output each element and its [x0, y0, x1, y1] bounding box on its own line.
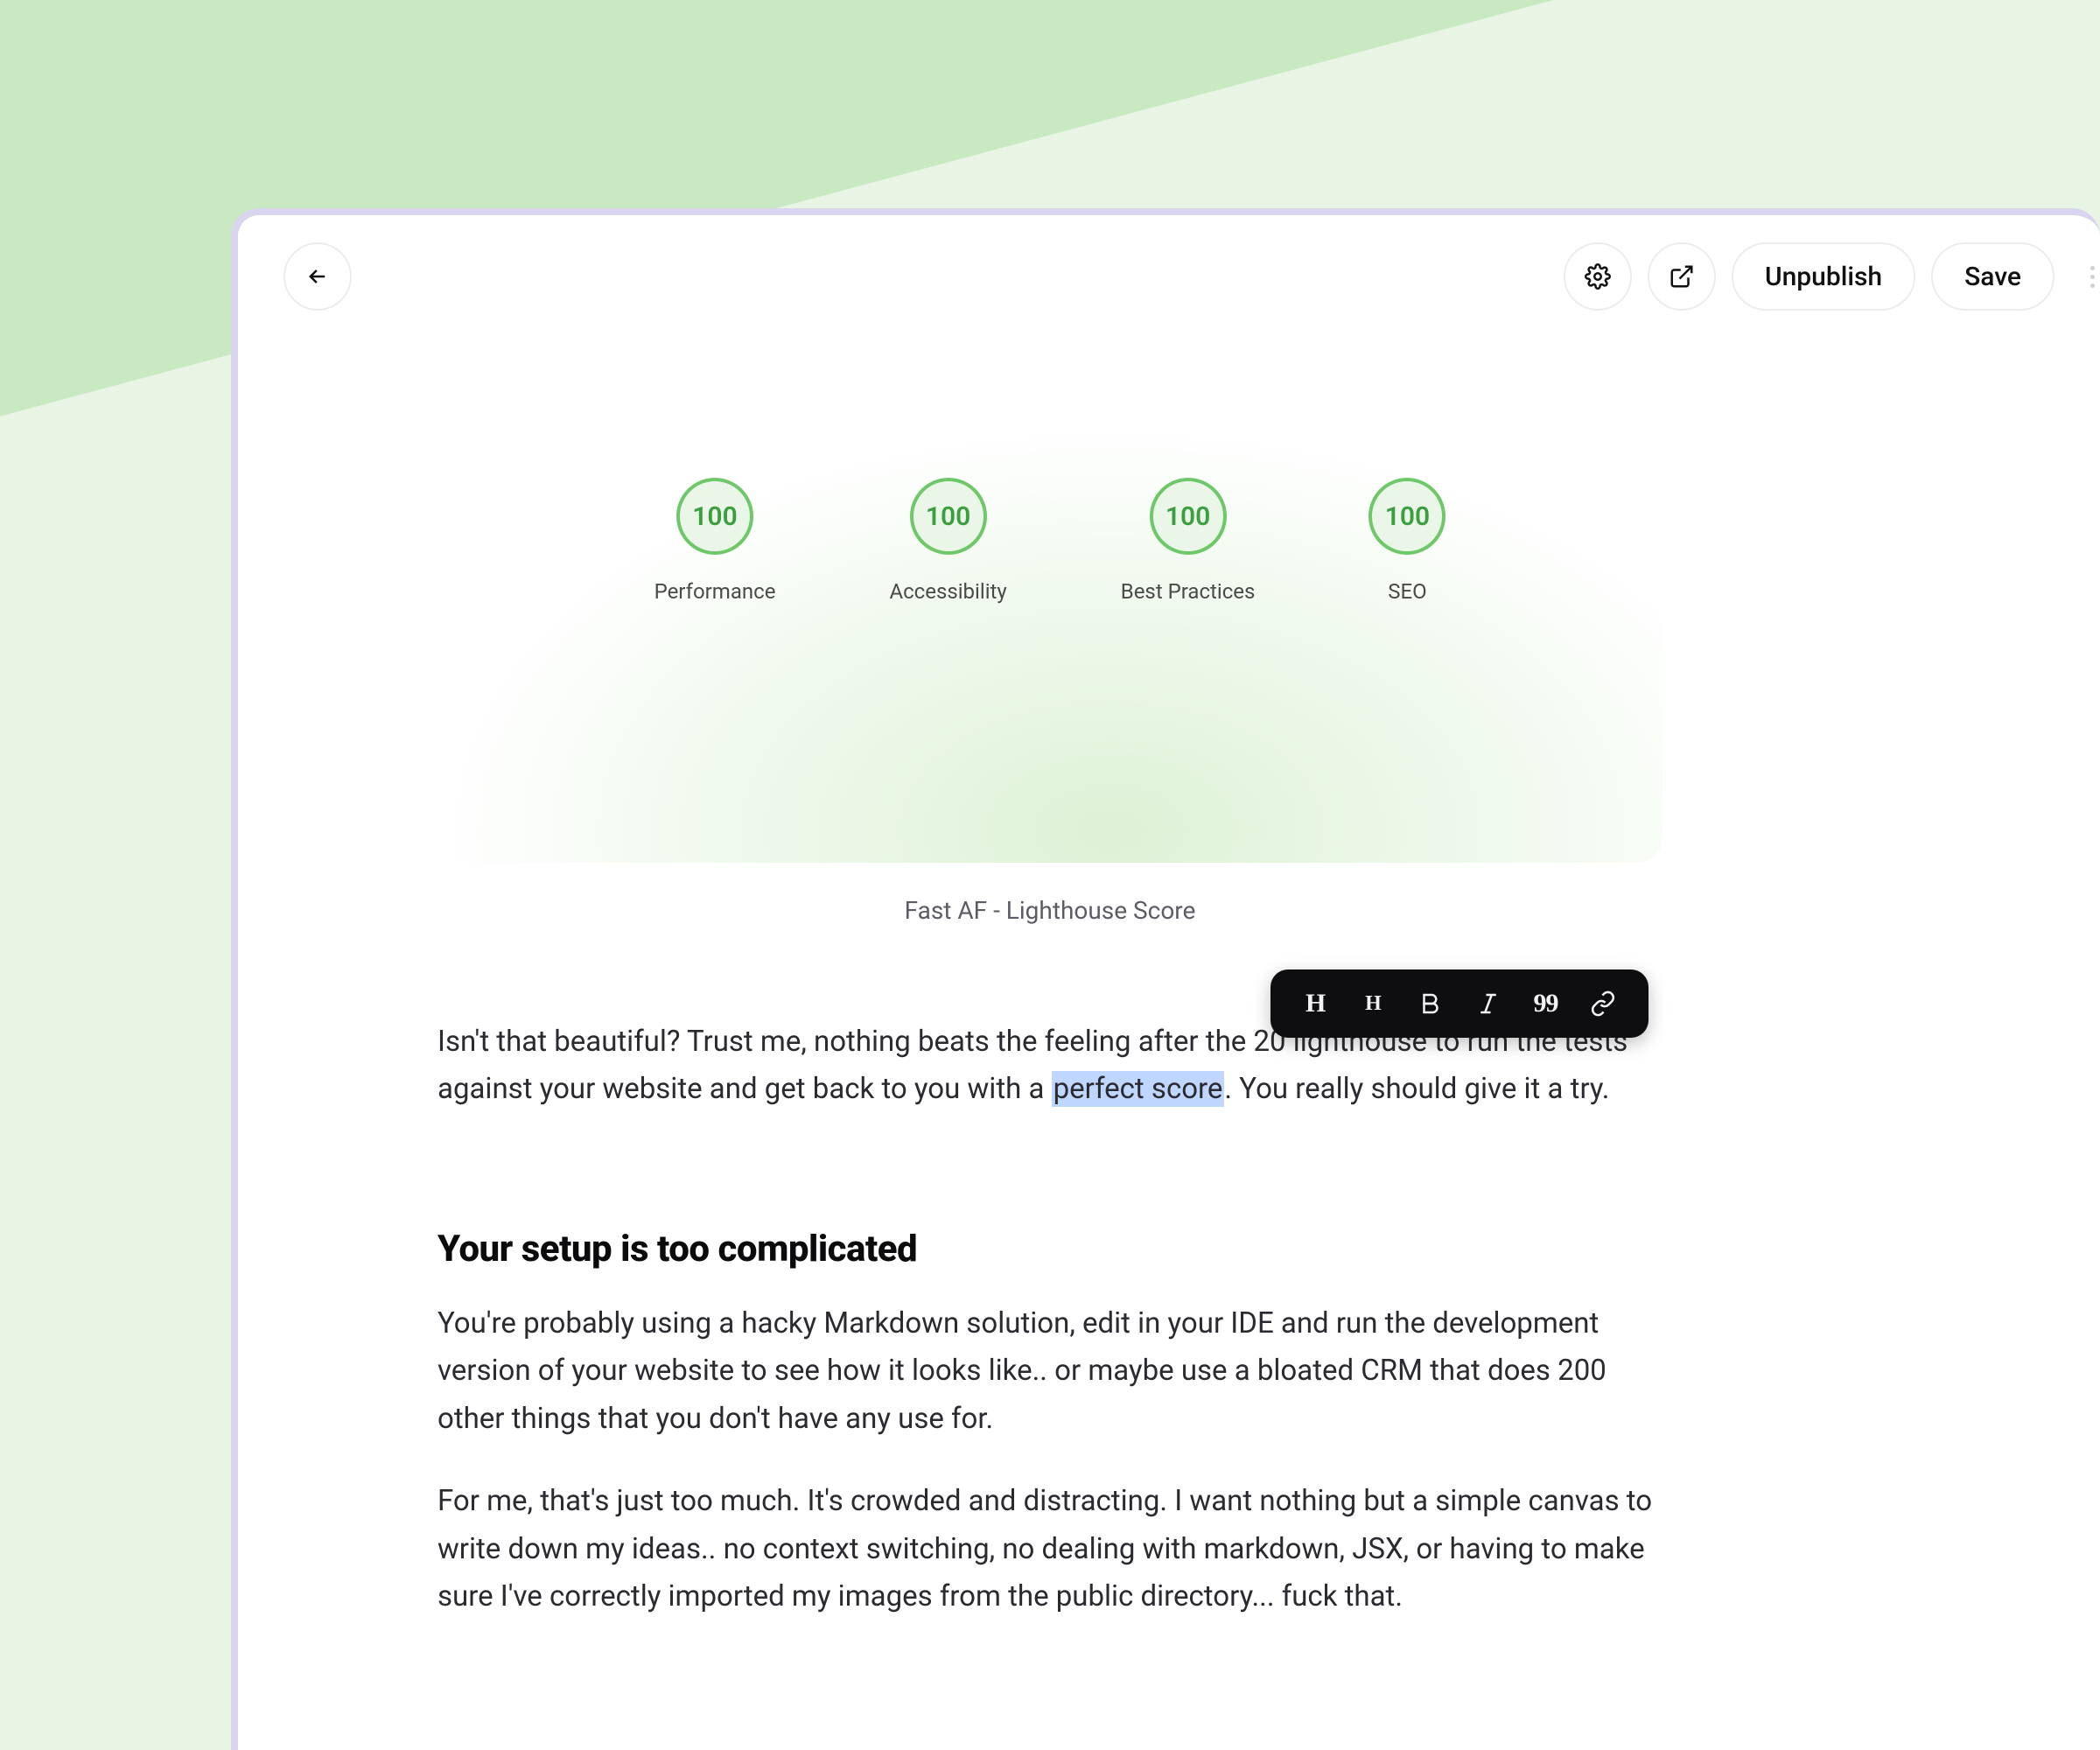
format-bold[interactable]	[1408, 981, 1453, 1026]
window-resize-handle[interactable]	[2090, 266, 2095, 288]
lighthouse-score-row: 100 Performance 100 Accessibility 100 Be…	[438, 478, 1662, 604]
score-ring: 100	[1150, 478, 1227, 555]
selected-text[interactable]: perfect score	[1052, 1071, 1225, 1107]
score-ring: 100	[1368, 478, 1446, 555]
score-ring: 100	[910, 478, 987, 555]
score-label: Accessibility	[889, 579, 1006, 604]
open-external-button[interactable]	[1648, 242, 1716, 311]
format-heading-2[interactable]: H	[1350, 981, 1396, 1026]
editor-body[interactable]: Isn't that beautiful? Trust me, nothing …	[438, 1018, 1662, 1656]
hero-caption: Fast AF - Lighthouse Score	[438, 896, 1662, 925]
score-ring: 100	[676, 478, 753, 555]
heading-2-icon: H	[1365, 992, 1382, 1016]
score-label: SEO	[1388, 579, 1426, 604]
italic-icon	[1475, 990, 1502, 1017]
paragraph[interactable]: You're probably using a hacky Markdown s…	[438, 1300, 1662, 1443]
format-link[interactable]	[1580, 981, 1626, 1026]
paragraph[interactable]: For me, that's just too much. It's crowd…	[438, 1478, 1662, 1620]
score-performance: 100 Performance	[654, 478, 776, 604]
editor-topbar: Unpublish Save	[238, 215, 2100, 338]
score-label: Performance	[654, 579, 776, 604]
quote-icon: 99	[1534, 989, 1558, 1018]
text-run: . You really should give it a try.	[1224, 1072, 1609, 1106]
bold-icon	[1418, 990, 1444, 1017]
external-link-icon	[1669, 263, 1695, 290]
text-format-toolbar: H H 99	[1270, 970, 1648, 1038]
heading-1-icon: H	[1306, 989, 1326, 1018]
score-label: Best Practices	[1121, 579, 1256, 604]
unpublish-button[interactable]: Unpublish	[1732, 242, 1915, 311]
arrow-left-icon	[305, 264, 330, 289]
back-button[interactable]	[284, 242, 352, 311]
format-heading-1[interactable]: H	[1293, 981, 1339, 1026]
score-best-practices: 100 Best Practices	[1121, 478, 1256, 604]
format-quote[interactable]: 99	[1523, 981, 1569, 1026]
app-window-inner: 100 Performance 100 Accessibility 100 Be…	[238, 215, 2100, 1750]
app-window: 100 Performance 100 Accessibility 100 Be…	[231, 208, 2100, 1750]
format-italic[interactable]	[1466, 981, 1511, 1026]
section-heading[interactable]: Your setup is too complicated	[438, 1228, 1662, 1270]
link-icon	[1590, 990, 1616, 1017]
score-accessibility: 100 Accessibility	[889, 478, 1006, 604]
topbar-actions: Unpublish Save	[1564, 242, 2054, 311]
score-seo: 100 SEO	[1368, 478, 1446, 604]
gear-icon	[1585, 263, 1611, 290]
save-button[interactable]: Save	[1931, 242, 2054, 311]
settings-button[interactable]	[1564, 242, 1632, 311]
